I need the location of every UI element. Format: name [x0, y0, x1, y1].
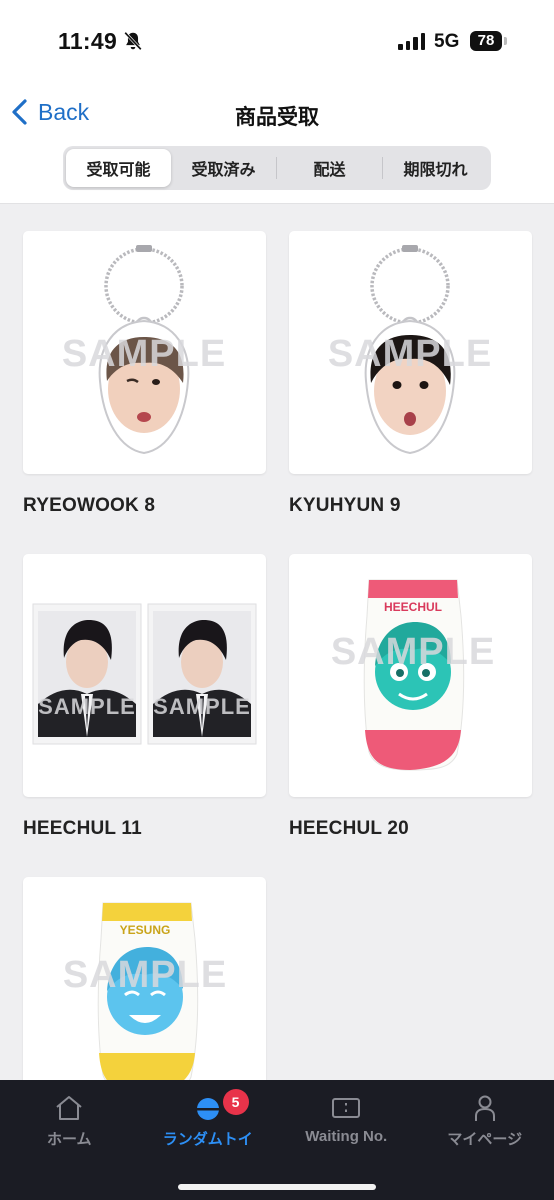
- sample-watermark: SAMPLE: [62, 333, 226, 375]
- item-card[interactable]: SAMPLE: [23, 231, 266, 474]
- sample-watermark: SAMPLE: [38, 694, 136, 719]
- sample-watermark: SAMPLE: [153, 694, 251, 719]
- tab-my-page[interactable]: マイページ: [416, 1080, 554, 1200]
- sample-watermark: SAMPLE: [331, 631, 495, 673]
- tab-label: Waiting No.: [305, 1128, 388, 1145]
- segment-expired[interactable]: 期限切れ: [383, 149, 488, 187]
- item-name: KYUHYUN 9: [289, 495, 401, 516]
- tab-label: ランダムトイ: [162, 1131, 253, 1148]
- notification-badge: 5: [222, 1089, 249, 1115]
- battery-tip: [504, 37, 507, 45]
- home-indicator: [178, 1184, 376, 1190]
- item-card[interactable]: SAMPLE SAMPLE: [23, 554, 266, 797]
- status-segmented-control: 受取可能 受取済み 配送 期限切れ: [63, 146, 491, 190]
- tab-bar: ホーム 5 ランダムトイ Waiting No. マイページ: [0, 1080, 554, 1200]
- sock-print-text: HEECHUL: [384, 600, 442, 614]
- page-title: 商品受取: [235, 106, 319, 129]
- segment-shipping[interactable]: 配送: [277, 149, 382, 187]
- item-card[interactable]: SAMPLE: [289, 231, 532, 474]
- tab-label: マイページ: [447, 1131, 523, 1148]
- photo-card-image: SAMPLE SAMPLE: [32, 603, 257, 745]
- status-bar: 11:49 5G 78: [0, 0, 554, 80]
- navigation-bar: Back 商品受取: [0, 80, 554, 146]
- person-icon: [474, 1095, 495, 1121]
- tab-home[interactable]: ホーム: [0, 1080, 139, 1200]
- item-name: HEECHUL 20: [289, 818, 409, 839]
- item-name: RYEOWOOK 8: [23, 495, 156, 516]
- keychain-image: SAMPLE: [328, 245, 492, 455]
- sample-watermark: SAMPLE: [63, 954, 227, 996]
- keychain-image: SAMPLE: [62, 245, 226, 455]
- tab-label: ホーム: [46, 1131, 92, 1148]
- signal-icon: [398, 32, 425, 50]
- segment-available[interactable]: 受取可能: [66, 149, 171, 187]
- segment-bar: 受取可能 受取済み 配送 期限切れ: [0, 146, 554, 204]
- ticket-icon: [332, 1098, 361, 1118]
- bell-muted-icon: [124, 31, 142, 51]
- sample-watermark: SAMPLE: [328, 333, 492, 375]
- tab-random-toy[interactable]: 5 ランダムトイ: [139, 1080, 278, 1200]
- item-name: HEECHUL 11: [23, 818, 142, 839]
- sock-print-text: YESUNG: [120, 923, 171, 937]
- sock-image: HEECHUL SAMPLE: [331, 579, 495, 771]
- item-card[interactable]: HEECHUL SAMPLE: [289, 554, 532, 797]
- battery-icon: 78: [470, 31, 502, 51]
- clock: 11:49: [58, 28, 118, 54]
- network-type: 5G: [434, 31, 460, 52]
- tab-waiting-number[interactable]: Waiting No.: [277, 1080, 416, 1200]
- home-icon: [56, 1096, 82, 1120]
- segment-received[interactable]: 受取済み: [171, 149, 276, 187]
- capsule-icon: [195, 1098, 220, 1120]
